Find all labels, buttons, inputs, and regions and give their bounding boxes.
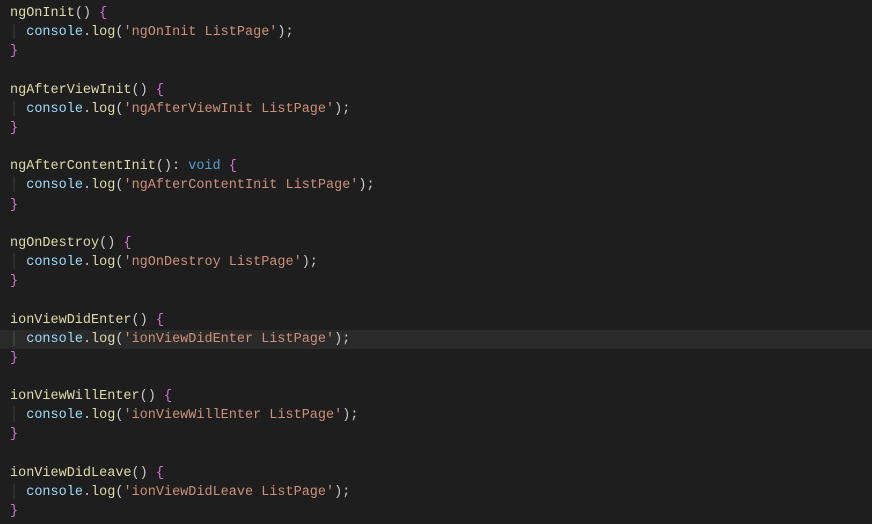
code-line[interactable]: } <box>10 502 862 521</box>
blank-line <box>10 138 862 157</box>
code-line[interactable]: │ console.log('ngOnDestroy ListPage'); <box>10 253 862 272</box>
code-line[interactable]: │ console.log('ionViewDidLeave ListPage'… <box>10 483 862 502</box>
code-line[interactable]: │ console.log('ionViewWillEnter ListPage… <box>10 406 862 425</box>
code-line[interactable]: } <box>10 425 862 444</box>
code-line[interactable]: │ console.log('ngAfterViewInit ListPage'… <box>10 100 862 119</box>
code-line[interactable]: } <box>10 42 862 61</box>
code-line[interactable]: ngOnInit() { <box>10 4 862 23</box>
code-line[interactable]: } <box>10 119 862 138</box>
code-line[interactable]: ngAfterViewInit() { <box>10 81 862 100</box>
code-line[interactable]: ionViewWillEnter() { <box>10 387 862 406</box>
blank-line <box>10 215 862 234</box>
code-line[interactable]: ngAfterContentInit(): void { <box>10 157 862 176</box>
blank-line <box>10 291 862 310</box>
blank-line <box>10 368 862 387</box>
code-editor[interactable]: ngOnInit() {│ console.log('ngOnInit List… <box>0 0 872 524</box>
code-line[interactable]: ionViewDidEnter() { <box>10 311 862 330</box>
code-line[interactable]: } <box>10 349 862 368</box>
code-line[interactable]: } <box>10 196 862 215</box>
code-line[interactable]: │ console.log('ngOnInit ListPage'); <box>10 23 862 42</box>
blank-line <box>10 61 862 80</box>
code-line[interactable]: } <box>10 272 862 291</box>
code-line[interactable]: ngOnDestroy() { <box>10 234 862 253</box>
blank-line <box>10 445 862 464</box>
code-line[interactable]: │ console.log('ionViewDidEnter ListPage'… <box>0 330 872 349</box>
code-line[interactable]: │ console.log('ngAfterContentInit ListPa… <box>10 176 862 195</box>
code-line[interactable]: ionViewDidLeave() { <box>10 464 862 483</box>
